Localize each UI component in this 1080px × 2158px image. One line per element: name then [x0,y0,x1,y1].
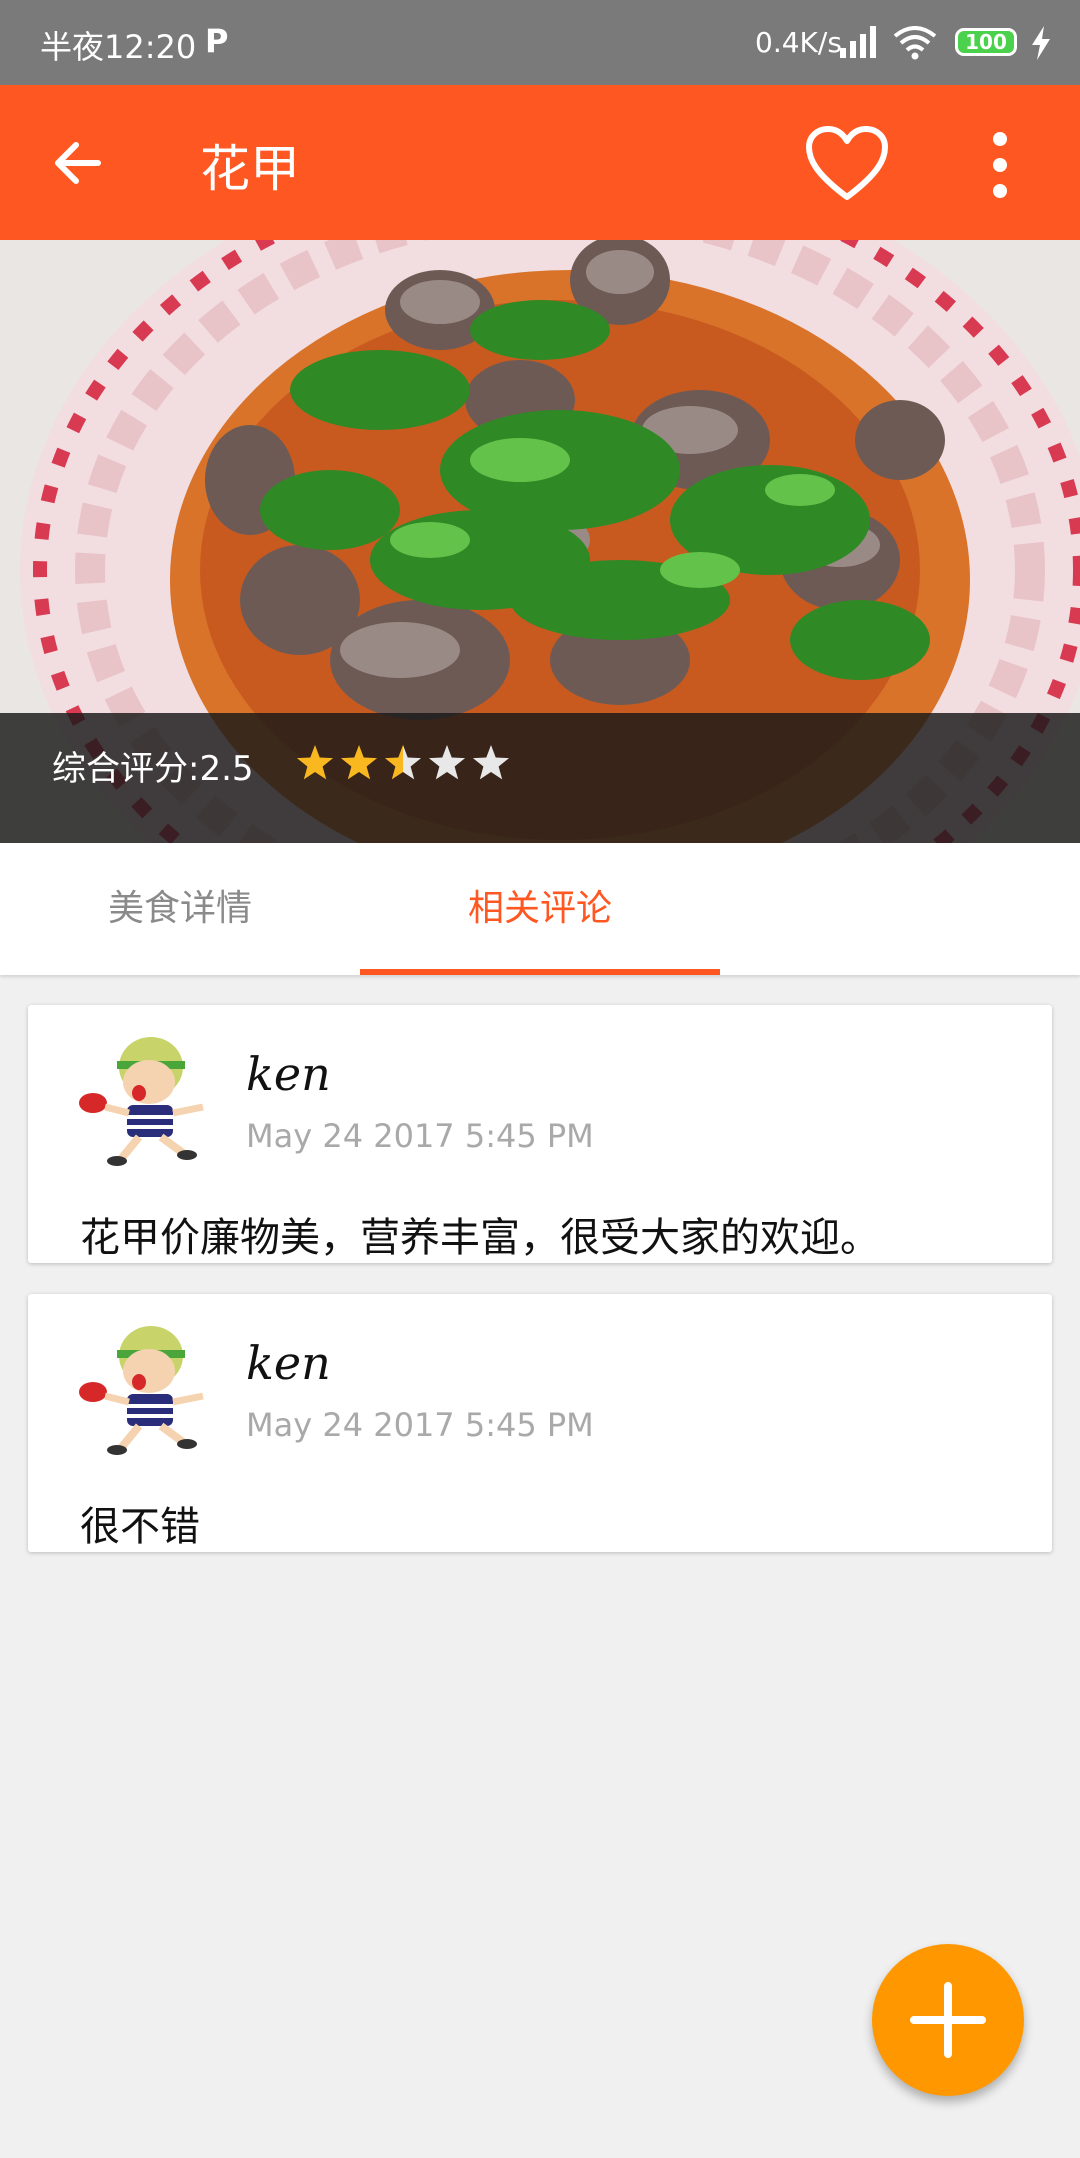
comment-time: May 24 2017 5:45 PM [246,1406,594,1444]
comment-card[interactable]: ken May 24 2017 5:45 PM 花甲价廉物美，营养丰富，很受大家… [28,1005,1052,1263]
tab-indicator [360,969,720,975]
star-icon [296,745,334,780]
comment-card[interactable]: ken May 24 2017 5:45 PM 很不错 [28,1294,1052,1552]
tab-bar: 美食详情 相关评论 [0,843,1080,975]
rating-stars [296,745,510,780]
tab-food-details[interactable]: 美食详情 [0,843,360,975]
avatar [79,1037,204,1166]
star-icon [384,745,422,780]
comment-time: May 24 2017 5:45 PM [246,1117,594,1155]
comment-text: 花甲价廉物美，营养丰富，很受大家的欢迎。 [80,1215,880,1261]
wifi-icon [893,26,937,60]
signal-icon [840,26,876,58]
comment-author: ken [246,1336,331,1390]
more-vert-icon[interactable] [985,130,1015,200]
back-arrow-icon[interactable] [50,135,106,191]
star-icon [428,745,466,780]
parking-app-icon: P [205,22,229,60]
plus-icon [910,1982,986,2058]
avatar [79,1326,204,1455]
heart-icon[interactable] [805,125,889,203]
app-toolbar: 花甲 [0,85,1080,240]
rating-label: 综合评分:2.5 [52,749,254,789]
star-icon [340,745,378,780]
network-speed: 0.4K/s [755,26,842,59]
page-title: 花甲 [200,140,300,198]
comment-author: ken [246,1047,331,1101]
rating-bar: 综合评分:2.5 [0,713,1080,843]
tab-related-comments[interactable]: 相关评论 [360,843,720,975]
charging-icon [1032,26,1050,60]
add-comment-button[interactable] [872,1944,1024,2096]
food-photo: 综合评分:2.5 [0,240,1080,843]
star-icon [472,745,510,780]
comment-text: 很不错 [80,1504,200,1550]
battery-icon: 100 [955,28,1017,56]
status-bar: 半夜12:20 P 0.4K/s 100 [0,0,1080,85]
status-time: 半夜12:20 [40,28,197,66]
